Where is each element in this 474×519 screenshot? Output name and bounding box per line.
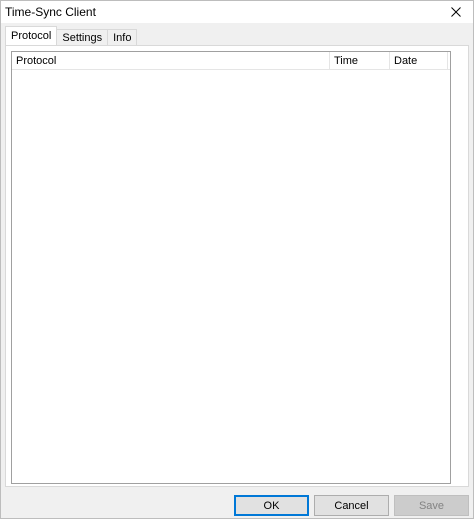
button-bar: OK Cancel Save xyxy=(1,495,473,517)
window-title: Time-Sync Client xyxy=(5,5,96,19)
column-header-date[interactable]: Date xyxy=(390,52,448,69)
close-button[interactable] xyxy=(439,1,473,23)
column-header-time[interactable]: Time xyxy=(330,52,390,69)
tab-settings[interactable]: Settings xyxy=(56,29,109,45)
cancel-button[interactable]: Cancel xyxy=(314,495,389,516)
tab-protocol[interactable]: Protocol xyxy=(5,26,58,45)
title-bar[interactable]: Time-Sync Client xyxy=(1,1,473,23)
list-header: Protocol Time Date xyxy=(12,52,450,70)
tab-panel-protocol: Protocol Time Date xyxy=(5,45,469,487)
app-window: Time-Sync Client Protocol Settings Info … xyxy=(0,0,474,519)
protocol-list[interactable]: Protocol Time Date xyxy=(11,51,451,484)
column-header-protocol[interactable]: Protocol xyxy=(12,52,330,69)
tab-strip: Protocol Settings Info xyxy=(5,26,138,45)
tab-info[interactable]: Info xyxy=(107,29,138,45)
close-icon xyxy=(451,7,461,17)
save-button[interactable]: Save xyxy=(394,495,469,516)
ok-button[interactable]: OK xyxy=(234,495,309,516)
